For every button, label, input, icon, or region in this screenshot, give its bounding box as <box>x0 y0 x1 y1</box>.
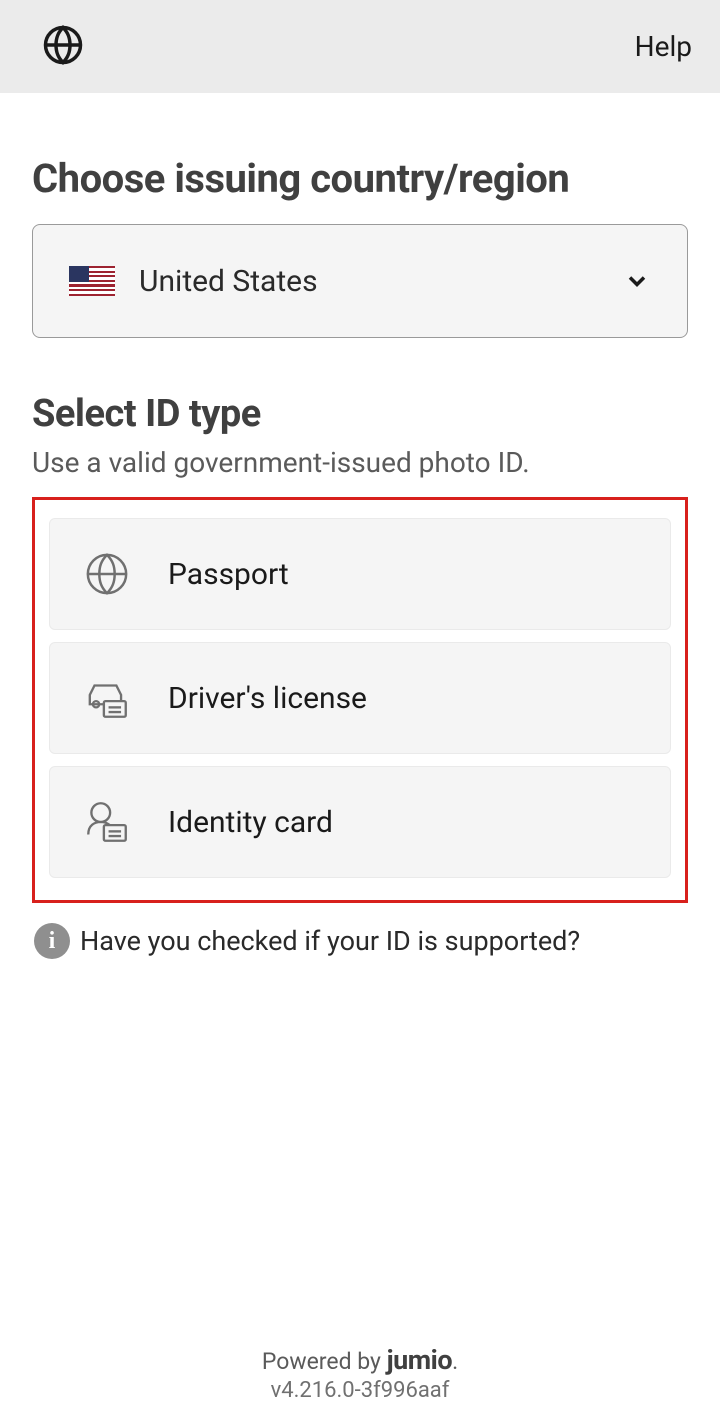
content-area: Choose issuing country/region United Sta… <box>0 93 720 1344</box>
id-option-identity-card[interactable]: Identity card <box>49 766 671 878</box>
id-supported-info[interactable]: i Have you checked if your ID is support… <box>32 923 688 959</box>
id-option-label: Driver's license <box>168 681 367 716</box>
info-text: Have you checked if your ID is supported… <box>80 925 580 957</box>
header-bar: Help <box>0 0 720 93</box>
id-option-passport[interactable]: Passport <box>49 518 671 630</box>
id-options-group: Passport Driver's license <box>32 497 688 903</box>
id-type-subtitle: Use a valid government-issued photo ID. <box>32 446 688 479</box>
id-option-drivers-license[interactable]: Driver's license <box>49 642 671 754</box>
powered-by: Powered by jumio. <box>0 1344 720 1376</box>
id-option-label: Identity card <box>168 805 333 840</box>
globe-icon[interactable] <box>42 24 84 70</box>
country-selected-label: United States <box>139 264 623 299</box>
id-option-label: Passport <box>168 557 289 592</box>
us-flag-icon <box>69 266 115 296</box>
help-link[interactable]: Help <box>635 30 692 63</box>
country-title: Choose issuing country/region <box>32 155 688 202</box>
identity-card-icon <box>82 797 132 847</box>
passport-icon <box>82 549 132 599</box>
id-type-title: Select ID type <box>32 392 688 436</box>
country-select[interactable]: United States <box>32 224 688 338</box>
info-icon: i <box>34 923 70 959</box>
chevron-down-icon <box>623 267 651 295</box>
drivers-license-icon <box>82 673 132 723</box>
version-label: v4.216.0-3f996aaf <box>0 1378 720 1403</box>
footer: Powered by jumio. v4.216.0-3f996aaf <box>0 1344 720 1421</box>
